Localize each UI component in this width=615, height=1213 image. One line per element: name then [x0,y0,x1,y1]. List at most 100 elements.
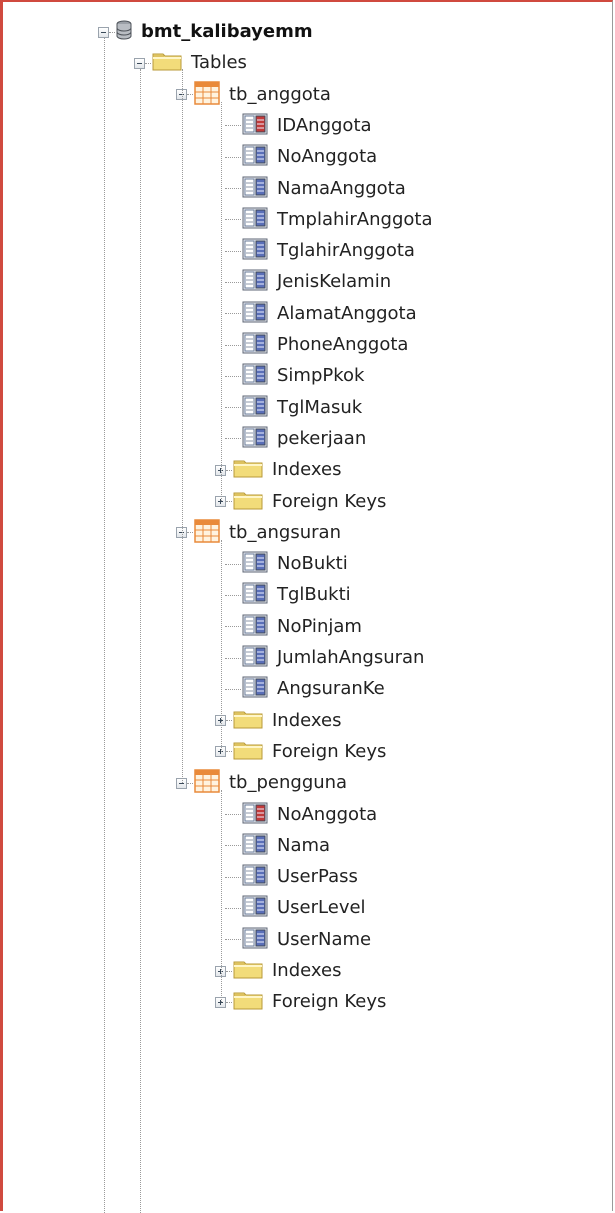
tree-node-indexes[interactable]: Indexes [215,706,341,736]
tree-connector [187,782,193,784]
tree-node-column[interactable]: AngsuranKe [225,674,385,704]
column-name: JumlahAngsuran [277,647,425,668]
column-name: pekerjaan [277,427,367,449]
tree-connector [109,31,115,33]
tree-connector [225,688,241,690]
column-name: UserPass [277,866,358,888]
tree-connector [226,501,232,502]
column-icon [242,269,268,295]
folder-icon [233,458,263,482]
column-name: SimpPkok [277,365,365,387]
tree-connector [225,907,241,909]
tree-node-column[interactable]: TmplahirAnggota [225,205,432,235]
tree-node-column[interactable]: TglBukti [225,580,351,610]
tree-connector [225,626,241,628]
column-name: NoPinjam [277,615,362,637]
tree-node-column[interactable]: TglMasuk [225,393,362,423]
column-icon [242,864,268,890]
tree-node-indexes[interactable]: Indexes [215,455,341,485]
tree-connector [225,845,241,847]
tree-node-column[interactable]: PhoneAnggota [225,330,408,360]
tree-node-table[interactable]: tb_anggota [176,80,331,110]
tree-connector [225,407,241,409]
tree-connector [225,876,241,878]
tree-connector [226,1001,232,1003]
table-icon [194,80,220,109]
column-name: PhoneAnggota [277,334,409,355]
tree-node-database[interactable]: bmt_kalibayemm [98,17,313,47]
tree-connector [226,970,232,972]
tree-node-column[interactable]: NoAnggota [225,800,377,830]
tree-node-column[interactable]: NoAnggota [225,142,377,172]
tree-node-foreign-keys[interactable]: Foreign Keys [215,487,386,517]
tree-node-column[interactable]: JumlahAngsuran [225,643,424,673]
collapse-icon[interactable] [98,26,109,38]
tree-guide-line [104,38,105,1213]
tree-node-indexes[interactable]: Indexes [215,956,341,986]
tree-node-foreign-keys[interactable]: Foreign Keys [215,987,386,1017]
tree-connector [225,313,241,315]
column-name: NoAnggota [277,803,378,825]
column-name: NamaAnggota [277,177,406,199]
column-name: JenisKelamin [277,271,392,293]
indexes-label: Indexes [272,709,342,731]
column-icon [242,426,268,452]
folder-icon [233,959,263,983]
column-icon [242,582,268,608]
tree-node-column[interactable]: UserName [225,925,371,955]
column-icon [242,395,268,421]
tree-node-column[interactable]: IDAnggota [225,111,372,141]
tree-connector [225,375,241,377]
tree-guide-line [221,790,222,1003]
tree-node-table[interactable]: tb_angsuran [176,518,341,548]
column-name: TglBukti [277,584,351,606]
tree-node-column[interactable]: NoBukti [225,549,348,579]
column-icon [242,332,268,358]
primary-key-column-icon [242,802,268,828]
column-name: TglahirAnggota [277,240,415,262]
tree-connector [225,219,241,221]
tree-connector [187,94,193,96]
tree-node-column[interactable]: JenisKelamin [225,267,391,297]
folder-icon [233,990,263,1014]
tree-connector [225,344,241,346]
column-icon [242,144,268,170]
tree-connector [225,657,241,659]
tree-node-foreign-keys[interactable]: Foreign Keys [215,737,386,767]
primary-key-column-icon [242,113,268,139]
tree-node-column[interactable]: UserLevel [225,893,366,923]
foreign-keys-label: Foreign Keys [272,490,387,512]
collapse-icon[interactable] [134,57,145,69]
tree-connector [225,563,241,565]
column-icon [242,895,268,921]
database-tree-panel: bmt_kalibayemm Tables tb_anggota IDAnggota N… [0,0,613,1213]
column-icon [242,645,268,671]
folder-icon [233,740,263,764]
column-icon [242,301,268,327]
tree-connector [225,438,241,440]
tree-node-column[interactable]: Nama [225,831,330,861]
tree-node-column[interactable]: pekerjaan [225,424,366,454]
column-name: NoAnggota [277,146,378,168]
tree-node-column[interactable]: NoPinjam [225,612,362,642]
column-name: NoBukti [277,553,348,575]
database-name: bmt_kalibayemm [141,21,313,42]
tree-node-column[interactable]: UserPass [225,862,358,892]
tree-connector [225,250,241,252]
tree-node-column[interactable]: SimpPkok [225,361,364,391]
tree-node-column[interactable]: AlamatAnggota [225,299,417,329]
table-name: tb_anggota [229,83,331,105]
table-name: tb_angsuran [229,521,341,543]
tree-node-table[interactable]: tb_pengguna [176,768,347,798]
tree-connector [225,594,241,596]
column-icon [242,676,268,702]
tree-node-column[interactable]: NamaAnggota [225,174,406,204]
column-icon [242,833,268,859]
column-name: AngsuranKe [277,678,385,700]
column-name: TmplahirAnggota [277,208,433,230]
tree-connector [225,281,241,283]
tree-connector [225,156,241,158]
column-icon [242,176,268,202]
tree-node-column[interactable]: TglahirAnggota [225,236,415,266]
tree-node-tables[interactable]: Tables [134,48,247,78]
